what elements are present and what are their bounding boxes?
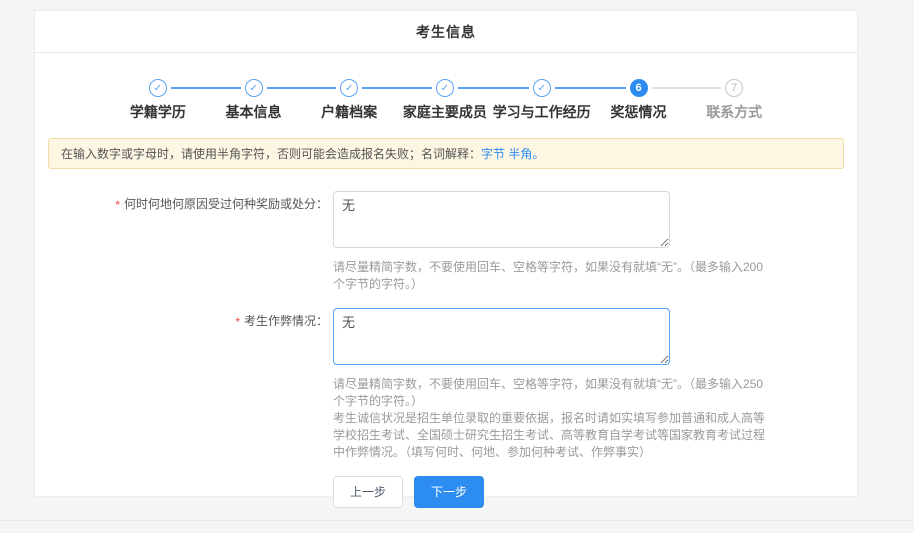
step-connector	[110, 87, 145, 89]
form-row-rewards: * 何时何地何原因受过何种奖励或处分： 无 请尽量精简字数，不要使用回车、空格等…	[35, 191, 857, 293]
check-icon: ✓	[436, 79, 454, 97]
step-top: ✓	[493, 79, 591, 97]
step-jiating-chengyuan[interactable]: ✓ 家庭主要成员	[397, 79, 493, 122]
step-top: ✓	[206, 79, 302, 97]
cheating-field-label: * 考生作弊情况：	[35, 308, 328, 461]
step-connector	[301, 87, 336, 89]
notice-text: 在输入数字或字母时，请使用半角字符，否则可能会造成报名失败；名词解释：	[61, 147, 481, 161]
rewards-field-control: 无 请尽量精简字数，不要使用回车、空格等字符，如果没有就填“无”。（最多输入20…	[333, 191, 768, 293]
rewards-textarea[interactable]: 无	[333, 191, 670, 248]
halfwidth-notice-bar: 在输入数字或字母时，请使用半角字符，否则可能会造成报名失败；名词解释：字节 半角…	[48, 138, 844, 169]
step-connector	[686, 87, 721, 89]
page-title: 考生信息	[416, 22, 476, 42]
step-connector	[591, 87, 626, 89]
check-icon: ✓	[245, 79, 263, 97]
cheating-field-hint2: 考生诚信状况是招生单位录取的重要依据，报名时请如实填写参加普通和成人高等学校招生…	[333, 410, 768, 461]
label-text: 考生作弊情况：	[244, 313, 328, 461]
cheating-field-hint: 请尽量精简字数，不要使用回车、空格等字符，如果没有就填“无”。（最多输入250个…	[333, 376, 768, 410]
step-connector	[171, 87, 206, 89]
step-label: 学习与工作经历	[493, 102, 591, 122]
step-xuexi-gongzuo[interactable]: ✓ 学习与工作经历	[493, 79, 591, 122]
label-text: 何时何地何原因受过何种奖励或处分：	[124, 196, 328, 293]
cheating-textarea[interactable]: 无	[333, 308, 670, 365]
step-connector	[267, 87, 302, 89]
step-label: 学籍学历	[130, 102, 186, 122]
step-top: 6	[591, 79, 687, 97]
step-top: ✓	[397, 79, 493, 97]
step-jiben-xinxi[interactable]: ✓ 基本信息	[206, 79, 302, 122]
step-connector	[362, 87, 397, 89]
rewards-field-hint: 请尽量精简字数，不要使用回车、空格等字符，如果没有就填“无”。（最多输入200个…	[333, 259, 768, 293]
step-connector	[206, 87, 241, 89]
check-icon: ✓	[149, 79, 167, 97]
step-top: ✓	[110, 79, 206, 97]
step-number-badge: 7	[725, 79, 743, 97]
step-label: 户籍档案	[321, 102, 377, 122]
step-label: 基本信息	[226, 102, 282, 122]
step-connector	[747, 87, 782, 89]
step-number-badge: 6	[630, 79, 648, 97]
rewards-field-label: * 何时何地何原因受过何种奖励或处分：	[35, 191, 328, 293]
step-huji-dangan[interactable]: ✓ 户籍档案	[301, 79, 397, 122]
form-row-cheating: * 考生作弊情况： 无 请尽量精简字数，不要使用回车、空格等字符，如果没有就填“…	[35, 308, 857, 461]
step-top: 7	[686, 79, 782, 97]
notice-suffix: 。	[532, 147, 544, 161]
step-label: 奖惩情况	[611, 102, 667, 122]
step-lianxi-fangshi[interactable]: 7 联系方式	[686, 79, 782, 122]
step-xueji-xueli[interactable]: ✓ 学籍学历	[110, 79, 206, 122]
next-step-button[interactable]: 下一步	[414, 476, 484, 508]
link-byte-term[interactable]: 字节	[481, 147, 505, 161]
required-asterisk: *	[115, 196, 120, 293]
cheating-field-control: 无 请尽量精简字数，不要使用回车、空格等字符，如果没有就填“无”。（最多输入25…	[333, 308, 768, 461]
page-footer-divider	[0, 520, 914, 521]
step-label: 联系方式	[706, 102, 762, 122]
required-asterisk: *	[235, 313, 240, 461]
prev-step-button[interactable]: 上一步	[333, 476, 403, 508]
step-connector	[555, 87, 591, 89]
candidate-info-panel: 考生信息 ✓ 学籍学历 ✓ 基本信息 ✓ 户籍档案	[34, 10, 858, 497]
step-connector	[458, 87, 493, 89]
panel-header: 考生信息	[35, 11, 857, 53]
step-jiangcheng-qingkuang[interactable]: 6 奖惩情况	[591, 79, 687, 122]
step-connector	[493, 87, 529, 89]
step-top: ✓	[301, 79, 397, 97]
wizard-buttons: 上一步 下一步	[333, 476, 857, 508]
step-label: 家庭主要成员	[403, 102, 487, 122]
link-halfwidth-term[interactable]: 半角	[508, 147, 532, 161]
step-connector	[397, 87, 432, 89]
wizard-stepper: ✓ 学籍学历 ✓ 基本信息 ✓ 户籍档案 ✓	[110, 79, 782, 122]
check-icon: ✓	[340, 79, 358, 97]
step-connector	[652, 87, 687, 89]
check-icon: ✓	[533, 79, 551, 97]
rewards-punishment-form: * 何时何地何原因受过何种奖励或处分： 无 请尽量精简字数，不要使用回车、空格等…	[35, 191, 857, 508]
